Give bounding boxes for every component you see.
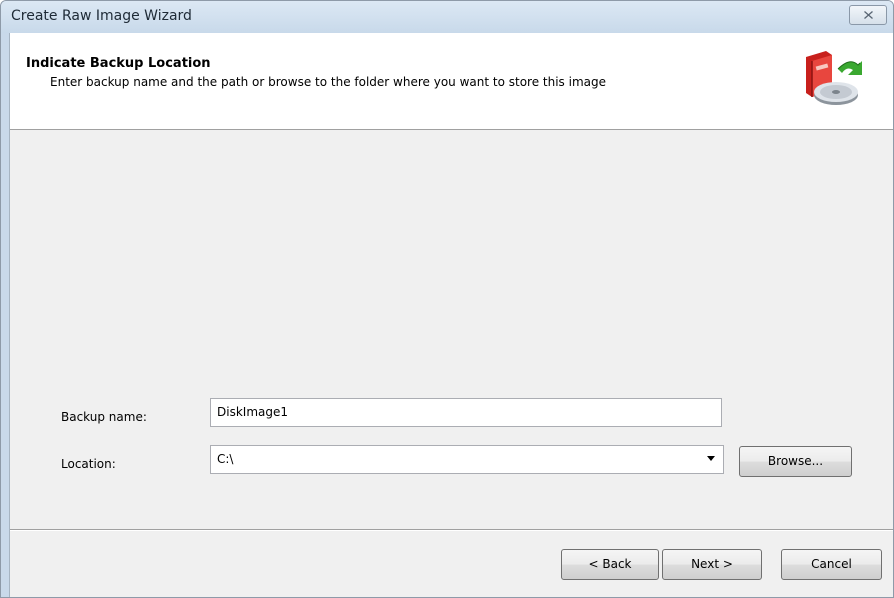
browse-button[interactable]: Browse... — [739, 446, 852, 477]
close-icon — [864, 11, 873, 19]
wizard-window: Create Raw Image Wizard Indicate Backup … — [0, 0, 894, 598]
location-label: Location: — [61, 457, 116, 471]
chevron-down-icon[interactable] — [707, 456, 715, 461]
page-description: Enter backup name and the path or browse… — [50, 75, 606, 89]
wizard-body: Indicate Backup Location Enter backup na… — [9, 33, 893, 597]
close-button[interactable] — [849, 5, 887, 25]
location-value: C:\ — [217, 452, 234, 466]
footer-separator — [10, 529, 893, 531]
title-bar[interactable]: Create Raw Image Wizard — [1, 1, 893, 33]
back-button[interactable]: < Back — [561, 549, 659, 580]
cancel-button[interactable]: Cancel — [781, 549, 882, 580]
backup-disk-icon — [806, 51, 862, 105]
location-combobox[interactable]: C:\ — [210, 445, 724, 474]
backup-name-label: Backup name: — [61, 410, 147, 424]
backup-name-input[interactable]: DiskImage1 — [210, 398, 722, 427]
next-button[interactable]: Next > — [662, 549, 762, 580]
wizard-header: Indicate Backup Location Enter backup na… — [10, 33, 893, 130]
window-title: Create Raw Image Wizard — [11, 8, 192, 24]
page-title: Indicate Backup Location — [26, 56, 211, 71]
